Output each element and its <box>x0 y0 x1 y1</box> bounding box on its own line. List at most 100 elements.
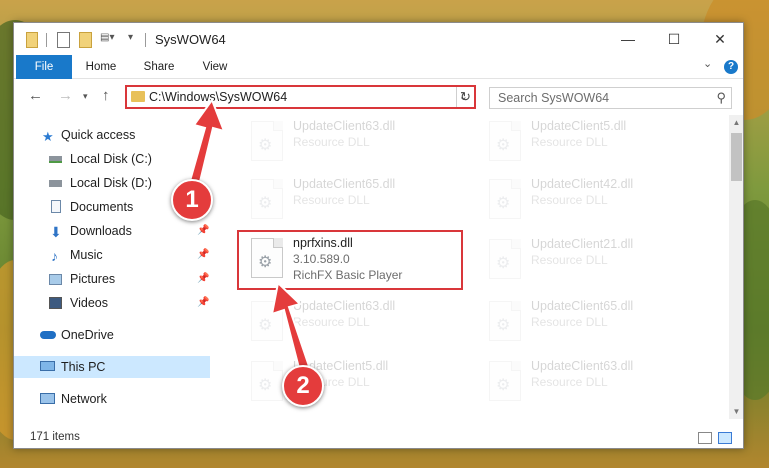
file-name: UpdateClient65.dll <box>293 177 396 191</box>
up-arrow-icon[interactable]: ↑ <box>102 87 110 104</box>
help-icon[interactable]: ? <box>724 60 738 74</box>
scroll-down-icon[interactable]: ▼ <box>729 404 743 419</box>
tab-share[interactable]: Share <box>134 55 184 79</box>
cloud-icon <box>40 331 56 339</box>
file-item[interactable]: ⚙ UpdateClient65.dll Resource DLL <box>239 173 469 227</box>
file-item[interactable]: ⚙ UpdateClient42.dll Resource DLL <box>477 173 707 227</box>
sidebar-item-downloads[interactable]: ⬇ Downloads 📌 <box>14 220 210 242</box>
file-type: Resource DLL <box>293 193 370 207</box>
download-icon: ⬇ <box>50 224 62 240</box>
close-button[interactable]: ✕ <box>697 23 743 55</box>
drive-icon <box>49 156 62 163</box>
music-icon: ♪ <box>51 248 58 264</box>
large-icons-view-icon[interactable] <box>718 432 732 444</box>
gear-icon: ⚙ <box>258 254 273 271</box>
pin-icon[interactable]: 📌 <box>197 244 209 266</box>
sidebar-item-quick-access[interactable]: ★ Quick access <box>14 124 210 146</box>
videos-icon <box>49 297 62 309</box>
file-item[interactable]: ⚙ UpdateClient63.dll Resource DLL <box>239 295 469 349</box>
sidebar-item-local-disk-c[interactable]: Local Disk (C:) <box>14 148 210 170</box>
pin-icon[interactable]: 📌 <box>197 220 209 242</box>
navigation-pane: ★ Quick access Local Disk (C:) Local Dis… <box>14 115 210 419</box>
pictures-icon <box>49 274 62 285</box>
sidebar-item-label: Documents <box>70 200 134 214</box>
maximize-icon: ☐ <box>667 30 681 47</box>
refresh-button[interactable]: ↻ <box>456 87 474 107</box>
quick-access-separator <box>46 33 47 47</box>
file-name: UpdateClient42.dll <box>531 177 634 191</box>
scroll-up-icon[interactable]: ▲ <box>729 115 743 130</box>
gear-icon: ⚙ <box>496 195 511 212</box>
sidebar-item-label: Downloads <box>70 224 132 238</box>
sidebar-item-onedrive[interactable]: OneDrive <box>14 324 210 346</box>
file-name: UpdateClient63.dll <box>293 119 396 133</box>
gear-icon: ⚙ <box>496 137 511 154</box>
file-type: Resource DLL <box>293 135 370 149</box>
gear-icon: ⚙ <box>258 195 273 212</box>
folder-icon <box>26 32 38 48</box>
file-type: Resource DLL <box>531 375 608 389</box>
step-1-badge: 1 <box>171 179 213 221</box>
expand-ribbon-icon[interactable]: ⌄ <box>703 57 712 70</box>
file-item[interactable]: ⚙ UpdateClient21.dll Resource DLL <box>477 233 707 287</box>
search-input[interactable] <box>490 88 710 108</box>
back-arrow-icon[interactable]: ← <box>28 87 43 104</box>
search-icon: ⚲ <box>716 90 726 105</box>
toolbar-dropdown-icon[interactable]: ▾ <box>128 32 138 48</box>
sidebar-item-label: This PC <box>61 360 106 374</box>
file-item-nprfxins[interactable]: ⚙ nprfxins.dll 3.10.589.0 RichFX Basic P… <box>237 230 463 290</box>
new-folder-icon[interactable] <box>79 32 92 48</box>
file-item[interactable]: ⚙ UpdateClient5.dll Resource DLL <box>477 115 707 169</box>
properties-icon[interactable] <box>57 32 70 48</box>
gear-icon: ⚙ <box>496 317 511 334</box>
address-bar[interactable]: C:\Windows\SysWOW64 ⌄ <box>125 85 476 109</box>
ribbon-tabs: File Home Share View ⌄ ? <box>14 55 743 79</box>
file-item[interactable]: ⚙ UpdateClient63.dll Resource DLL <box>239 115 469 169</box>
recent-locations-icon[interactable]: ▾ <box>83 91 88 102</box>
file-item[interactable]: ⚙ UpdateClient63.dll Resource DLL <box>477 355 707 409</box>
pin-icon[interactable]: 📌 <box>197 268 209 290</box>
tab-home[interactable]: Home <box>76 55 126 79</box>
sidebar-item-pictures[interactable]: Pictures 📌 <box>14 268 210 290</box>
close-icon: ✕ <box>714 30 726 47</box>
sidebar-item-videos[interactable]: Videos 📌 <box>14 292 210 314</box>
minimize-icon: — <box>621 31 635 47</box>
tab-file[interactable]: File <box>16 55 72 79</box>
file-name: UpdateClient63.dll <box>531 359 634 373</box>
file-type: Resource DLL <box>531 315 608 329</box>
file-name: UpdateClient5.dll <box>531 119 627 133</box>
gear-icon: ⚙ <box>496 255 511 272</box>
gear-icon: ⚙ <box>496 377 511 394</box>
gear-icon: ⚙ <box>258 137 273 154</box>
scrollbar-thumb[interactable] <box>731 133 742 181</box>
folder-icon <box>131 91 145 102</box>
sidebar-item-network[interactable]: Network <box>14 388 210 410</box>
minimize-button[interactable]: — <box>605 23 651 55</box>
explorer-window: ▤▾ ▾ SysWOW64 — ☐ ✕ File Home Share View… <box>13 22 744 449</box>
file-item[interactable]: ⚙ UpdateClient65.dll Resource DLL <box>477 295 707 349</box>
forward-arrow-icon[interactable]: → <box>58 87 73 104</box>
vertical-scrollbar[interactable]: ▲ ▼ <box>729 115 743 419</box>
sidebar-item-label: Network <box>61 392 107 406</box>
file-name: UpdateClient63.dll <box>293 299 396 313</box>
sidebar-item-label: Pictures <box>70 272 116 286</box>
file-description: RichFX Basic Player <box>293 268 403 282</box>
tab-view[interactable]: View <box>190 55 240 79</box>
gear-icon: ⚙ <box>258 317 273 334</box>
maximize-button[interactable]: ☐ <box>651 23 697 55</box>
sidebar-item-label: Local Disk (C:) <box>70 152 152 166</box>
file-item[interactable]: ⚙ UpdateClient5.dll Resource DLL <box>239 355 469 409</box>
search-box[interactable]: ⚲ <box>489 87 732 109</box>
sidebar-item-music[interactable]: ♪ Music 📌 <box>14 244 210 266</box>
window-title: SysWOW64 <box>155 32 226 47</box>
status-bar: 171 items <box>14 427 743 448</box>
pin-icon[interactable]: 📌 <box>197 292 209 314</box>
customize-toolbar-icon[interactable]: ▤▾ <box>100 32 118 48</box>
details-view-icon[interactable] <box>698 432 712 444</box>
file-name: nprfxins.dll <box>293 236 353 250</box>
file-type: Resource DLL <box>531 253 608 267</box>
sidebar-item-this-pc[interactable]: This PC <box>14 356 210 378</box>
address-row: ← → ▾ ↑ C:\Windows\SysWOW64 ⌄ ↻ ⚲ <box>14 79 743 115</box>
file-type: Resource DLL <box>531 135 608 149</box>
file-name: UpdateClient21.dll <box>531 237 634 251</box>
